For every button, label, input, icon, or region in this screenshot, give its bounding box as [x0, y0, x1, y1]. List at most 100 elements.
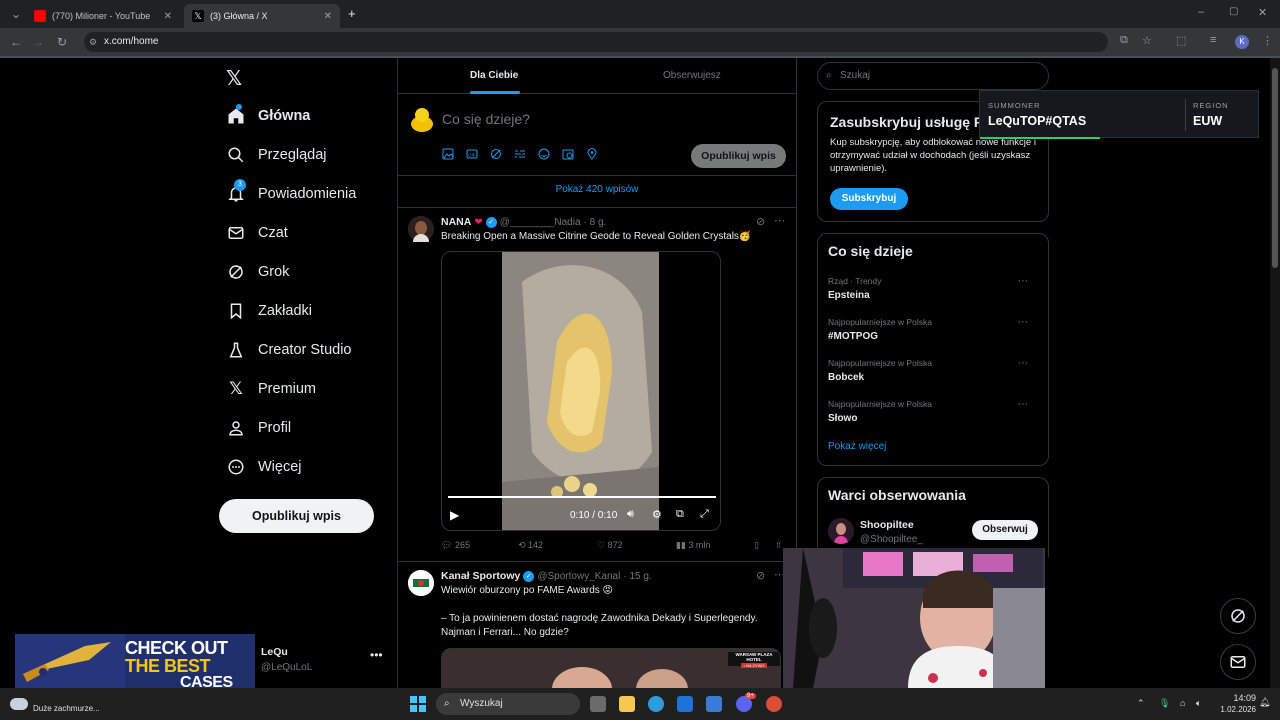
close-tab-icon[interactable]: ✕ — [164, 11, 172, 22]
post-handle[interactable]: @________Nadia — [500, 217, 581, 228]
like-button[interactable]: ♡ 872 — [597, 540, 623, 551]
messages-fab[interactable] — [1220, 644, 1256, 680]
extensions-icon[interactable]: ⬚ — [1176, 34, 1186, 47]
chrome-icon[interactable] — [766, 696, 782, 712]
reply-button[interactable]: 💬︎ 265 — [441, 540, 470, 551]
bookmark-star-icon[interactable]: ☆ — [1142, 34, 1152, 47]
store-icon[interactable] — [706, 696, 722, 712]
video-progress-track[interactable] — [448, 496, 716, 498]
window-close-icon[interactable]: ✕ — [1258, 6, 1267, 19]
post-author[interactable]: NANA — [441, 216, 471, 228]
trend-more-icon[interactable]: ⋯ — [1018, 317, 1028, 328]
post-time[interactable]: · 15 g. — [623, 571, 651, 582]
x-logo-icon[interactable]: 𝕏 — [226, 66, 242, 91]
trend-item[interactable]: Najpopularniejsze w Polska Bobcek ⋯ — [828, 358, 1038, 383]
grok-icon[interactable] — [490, 148, 502, 160]
network-icon[interactable]: ⌂ — [1180, 698, 1185, 708]
grok-icon[interactable]: ⊘ — [756, 569, 765, 582]
follow-button[interactable]: Obserwuj — [972, 520, 1038, 540]
fullscreen-icon[interactable]: ⤢ — [700, 508, 709, 521]
post-author[interactable]: Kanał Sportowy — [441, 570, 520, 582]
post[interactable]: NANA ❤ ✓ @________Nadia · 8 g. ⊘ ⋯ Break… — [398, 208, 796, 562]
browser-menu-icon[interactable]: ⋮ — [1262, 34, 1273, 47]
trend-more-icon[interactable]: ⋯ — [1018, 276, 1028, 287]
minimize-icon[interactable]: – — [1198, 6, 1204, 18]
video-player[interactable]: ▶ 0:10 / 0:10 🔊︎ ⚙ ⧉ ⤢ — [441, 251, 721, 531]
weather-icon[interactable] — [10, 698, 28, 710]
browser-tab-x[interactable]: 𝕏 (3) Główna / X ✕ — [184, 4, 340, 28]
trend-item[interactable]: Najpopularniejsze w Polska Słowo ⋯ — [828, 399, 1038, 424]
poll-icon[interactable] — [514, 148, 526, 160]
sidebar-item-profile[interactable]: Profil — [226, 416, 291, 440]
page-scrollbar[interactable] — [1270, 58, 1280, 688]
task-view-icon[interactable] — [590, 696, 606, 712]
grok-icon[interactable]: ⊘ — [756, 215, 765, 228]
site-info-icon[interactable]: ⚙ — [89, 32, 97, 52]
post-time[interactable]: · 8 g. — [584, 217, 607, 228]
sidebar-item-bookmarks[interactable]: Zakładki — [226, 299, 312, 323]
taskbar-search-input[interactable]: ⌕ Wyszukaj — [436, 693, 580, 715]
sidebar-item-home[interactable]: Główna — [226, 104, 310, 128]
close-tab-icon[interactable]: ✕ — [324, 11, 332, 22]
post-more-icon[interactable]: ⋯ — [774, 214, 785, 227]
bookmark-icon[interactable]: ▯ — [754, 540, 759, 551]
clock-date[interactable]: 1.02.2026 — [1210, 705, 1256, 714]
tab-following[interactable]: Obserwujesz — [663, 70, 721, 81]
show-hidden-icons[interactable]: ⌃ — [1137, 698, 1145, 709]
schedule-icon[interactable] — [562, 148, 574, 160]
scrollbar-thumb[interactable] — [1272, 68, 1278, 268]
account-switcher[interactable]: LeQu @LeQuLoL — [261, 646, 312, 673]
avatar[interactable] — [408, 216, 434, 242]
show-new-posts-button[interactable]: Pokaż 420 wpisów — [398, 176, 796, 208]
trend-item[interactable]: Rząd · Trendy Epsteina ⋯ — [828, 276, 1038, 301]
picture-in-picture-icon[interactable]: ⧉ — [676, 508, 684, 521]
views-button[interactable]: ▮▮ 3 mln — [676, 540, 710, 551]
install-app-icon[interactable]: ⧉ — [1120, 34, 1128, 47]
edge-icon[interactable] — [648, 696, 664, 712]
show-more-trends-link[interactable]: Pokaż więcej — [828, 441, 886, 452]
trend-item[interactable]: Najpopularniejsze w Polska #MOTPOG ⋯ — [828, 317, 1038, 342]
reload-icon[interactable]: ↻ — [50, 35, 74, 49]
location-icon[interactable] — [586, 148, 598, 160]
file-explorer-icon[interactable] — [619, 696, 635, 712]
post-image[interactable]: WARSAW PLAZA HOTEL • NA ŻYWO — [441, 648, 781, 688]
settings-gear-icon[interactable]: ⚙ — [652, 508, 662, 521]
promo-banner[interactable]: CHECK OUT THE BEST CASES — [15, 634, 255, 690]
play-icon[interactable]: ▶ — [450, 508, 459, 522]
share-icon[interactable]: ⇧ — [775, 540, 783, 551]
image-icon[interactable] — [442, 148, 454, 160]
forward-icon[interactable]: → — [26, 35, 50, 49]
weather-text[interactable]: Duże zachmurze... — [33, 704, 100, 713]
compose-input[interactable]: Co się dzieje? — [442, 111, 530, 127]
repost-button[interactable]: ⟲ 142 — [518, 540, 543, 551]
outlook-icon[interactable] — [677, 696, 693, 712]
trend-more-icon[interactable]: ⋯ — [1018, 358, 1028, 369]
sidebar-item-notifications[interactable]: Powiadomienia 3 — [226, 179, 356, 206]
windows-start-icon[interactable] — [410, 696, 426, 712]
profile-avatar[interactable]: K — [1235, 35, 1249, 49]
suggested-user[interactable]: Shoopiltee @Shoopiltee_ — [860, 519, 923, 545]
url-input[interactable]: ⚙ x.com/home — [84, 32, 1108, 52]
notifications-icon[interactable]: 🔔︎ — [1259, 697, 1270, 708]
subscribe-button[interactable]: Subskrybuj — [830, 188, 908, 210]
sidebar-item-premium[interactable]: 𝕏 Premium — [226, 377, 316, 401]
tab-for-you[interactable]: Dla Ciebie — [470, 70, 518, 81]
search-input[interactable]: ⌕ Szukaj — [817, 62, 1049, 90]
microphone-icon[interactable]: 🎙︎ — [1159, 698, 1170, 709]
avatar[interactable] — [408, 570, 434, 596]
avatar[interactable] — [828, 518, 854, 544]
sidebar-item-explore[interactable]: Przeglądaj — [226, 143, 327, 167]
sidebar-item-grok[interactable]: Grok — [226, 260, 289, 284]
post-button[interactable]: Opublikuj wpis — [219, 499, 374, 533]
trend-more-icon[interactable]: ⋯ — [1018, 399, 1028, 410]
tab-search-button[interactable]: ⌄ — [4, 7, 28, 21]
post[interactable]: Kanał Sportowy ✓ @Sportowy_Kanal · 15 g.… — [398, 562, 796, 688]
sidebar-item-chat[interactable]: Czat — [226, 221, 288, 245]
account-more-icon[interactable]: ••• — [370, 648, 383, 662]
browser-tab-youtube[interactable]: (770) Milioner - YouTube ✕ — [26, 4, 180, 28]
volume-icon[interactable]: 🔊︎ — [627, 508, 634, 521]
avatar[interactable] — [410, 106, 434, 132]
gif-icon[interactable]: GIF — [466, 148, 478, 160]
sidebar-item-more[interactable]: Więcej — [226, 455, 302, 479]
volume-icon[interactable]: 🔈︎ — [1196, 698, 1201, 709]
